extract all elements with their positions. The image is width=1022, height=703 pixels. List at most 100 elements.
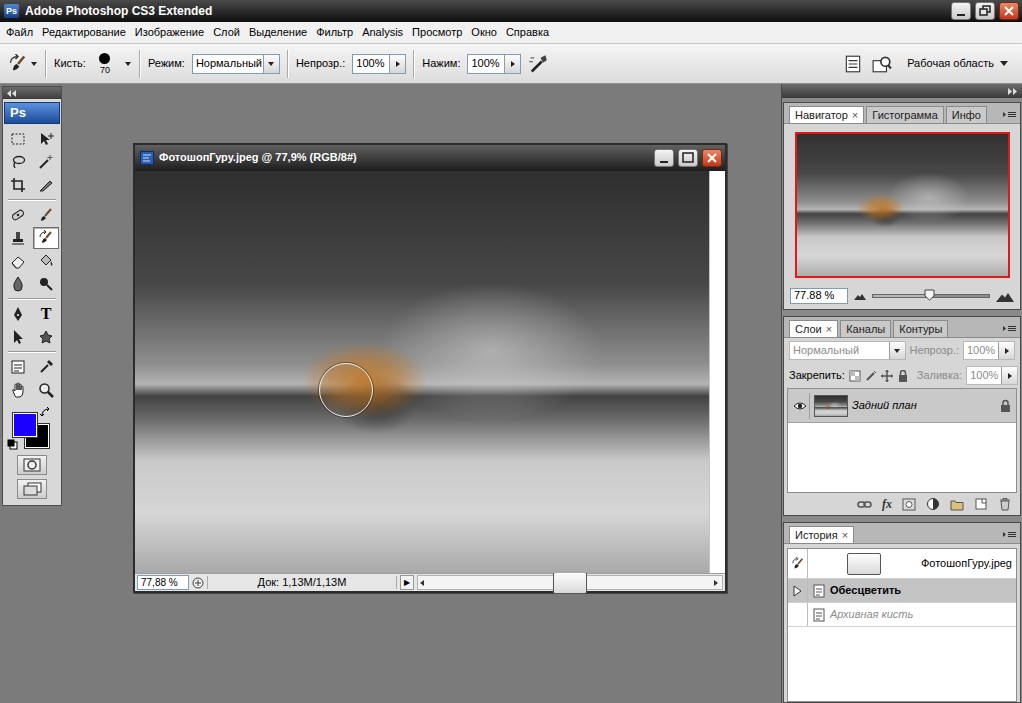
tool-button[interactable] bbox=[5, 204, 31, 226]
tool-button[interactable] bbox=[33, 204, 59, 226]
mask-icon[interactable] bbox=[902, 498, 916, 511]
panel-menu-icon[interactable] bbox=[1002, 531, 1017, 538]
layer-opacity-field[interactable]: 100% bbox=[963, 341, 1015, 360]
tool-button[interactable] bbox=[33, 151, 59, 173]
tool-button[interactable] bbox=[33, 326, 59, 348]
layer-style-button[interactable]: fx bbox=[882, 497, 892, 511]
layer-row[interactable]: Задний план bbox=[788, 389, 1016, 423]
opacity-field[interactable]: 100% bbox=[352, 54, 406, 74]
menu-item[interactable]: Выделение bbox=[245, 24, 312, 41]
info-menu-button[interactable]: ▶ bbox=[400, 575, 414, 590]
tool-button[interactable] bbox=[33, 128, 59, 150]
tool-button[interactable] bbox=[5, 128, 31, 150]
history-step[interactable]: Обесцветить bbox=[788, 579, 1016, 603]
tool-preset-picker[interactable] bbox=[8, 54, 38, 74]
link-icon[interactable] bbox=[857, 498, 872, 511]
tool-button[interactable] bbox=[5, 379, 31, 401]
menu-item[interactable]: Справка bbox=[502, 24, 554, 41]
tool-button[interactable] bbox=[33, 250, 59, 272]
foreground-color[interactable] bbox=[13, 413, 37, 437]
zoom-field[interactable]: 77,88 % bbox=[137, 575, 189, 590]
tool-button[interactable] bbox=[33, 227, 59, 249]
scroll-thumb[interactable] bbox=[553, 572, 587, 594]
visibility-toggle[interactable] bbox=[790, 393, 810, 419]
airbrush-icon[interactable] bbox=[528, 54, 548, 74]
default-colors-icon[interactable] bbox=[7, 439, 18, 450]
tool-button[interactable] bbox=[33, 273, 59, 295]
horizontal-scrollbar[interactable] bbox=[417, 575, 723, 590]
panel-tab[interactable]: Гистограмма bbox=[866, 106, 944, 123]
swap-colors-icon[interactable] bbox=[40, 407, 51, 418]
zoom-slider[interactable] bbox=[872, 294, 990, 298]
history-source-box[interactable] bbox=[788, 579, 808, 602]
document-window[interactable]: ФотошопГуру.jpeg @ 77,9% (RGB/8#) 77,88 %… bbox=[133, 143, 727, 593]
tool-button[interactable] bbox=[5, 250, 31, 272]
menu-item[interactable]: Просмотр bbox=[408, 24, 467, 41]
navigator-preview[interactable] bbox=[795, 132, 1010, 278]
panel-tab[interactable]: Контуры bbox=[893, 320, 948, 337]
slider-thumb-icon[interactable] bbox=[924, 289, 935, 301]
menu-item[interactable]: Фильтр bbox=[312, 24, 358, 41]
minimize-icon[interactable] bbox=[654, 149, 674, 167]
panel-tab[interactable]: Навигатор× bbox=[789, 106, 864, 123]
tab-close-button[interactable]: × bbox=[852, 109, 858, 121]
brush-preview[interactable]: 70 bbox=[93, 53, 117, 75]
slider-arrow-icon[interactable] bbox=[504, 55, 520, 73]
maximize-icon[interactable] bbox=[678, 149, 698, 167]
panel-tab[interactable]: Инфо bbox=[946, 106, 987, 123]
adjustment-icon[interactable] bbox=[926, 497, 940, 511]
bridge-icon[interactable] bbox=[870, 54, 894, 74]
history-step[interactable]: Архивная кисть bbox=[788, 603, 1016, 627]
dropdown-arrow-icon[interactable] bbox=[124, 60, 132, 68]
minimize-icon[interactable] bbox=[951, 2, 971, 20]
panel-tab[interactable]: Каналы bbox=[840, 320, 891, 337]
menu-item[interactable]: Изображение bbox=[131, 24, 209, 41]
lock-transparency-icon[interactable] bbox=[849, 370, 861, 382]
menu-item[interactable]: Analysis bbox=[358, 24, 408, 41]
tool-button[interactable] bbox=[33, 356, 59, 378]
panel-tab[interactable]: История× bbox=[789, 526, 854, 543]
tool-button[interactable] bbox=[5, 273, 31, 295]
history-source-box[interactable] bbox=[788, 549, 808, 578]
trash-icon[interactable] bbox=[998, 497, 1012, 511]
tool-button[interactable] bbox=[5, 326, 31, 348]
flow-field[interactable]: 100% bbox=[467, 54, 521, 74]
menu-item[interactable]: Слой bbox=[209, 24, 245, 41]
zoom-out-icon[interactable] bbox=[854, 292, 866, 300]
toolbox-header[interactable] bbox=[3, 87, 61, 99]
history-snapshot[interactable]: ФотошопГуру.jpeg bbox=[788, 549, 1016, 579]
photoshop-logo[interactable]: Ps bbox=[4, 102, 60, 124]
close-icon[interactable] bbox=[702, 149, 722, 167]
document-title-bar[interactable]: ФотошопГуру.jpeg @ 77,9% (RGB/8#) bbox=[135, 145, 725, 171]
navigator-zoom-field[interactable]: 77.88 % bbox=[790, 288, 848, 304]
lock-position-icon[interactable] bbox=[881, 370, 893, 382]
slider-arrow-icon[interactable] bbox=[998, 342, 1014, 359]
workspace-button[interactable]: Рабочая область bbox=[901, 55, 1014, 72]
tool-button[interactable] bbox=[33, 379, 59, 401]
lock-all-icon[interactable] bbox=[897, 370, 909, 382]
restore-icon[interactable] bbox=[975, 2, 995, 20]
history-source-box[interactable] bbox=[788, 603, 808, 626]
folder-icon[interactable] bbox=[950, 498, 964, 511]
tool-button[interactable] bbox=[5, 227, 31, 249]
mode-select[interactable]: Нормальный bbox=[192, 54, 280, 74]
panel-dock-header[interactable] bbox=[782, 84, 1022, 98]
view-frame[interactable] bbox=[795, 132, 1010, 278]
tool-button[interactable] bbox=[5, 151, 31, 173]
menu-item[interactable]: Окно bbox=[467, 24, 502, 41]
image-canvas[interactable] bbox=[135, 171, 709, 573]
slider-arrow-icon[interactable] bbox=[1001, 367, 1017, 384]
tool-button[interactable] bbox=[5, 174, 31, 196]
tab-close-button[interactable]: × bbox=[826, 323, 832, 335]
panel-tab[interactable]: Слои× bbox=[789, 320, 838, 337]
slider-arrow-icon[interactable] bbox=[389, 55, 405, 73]
tool-button[interactable] bbox=[33, 174, 59, 196]
zoom-in-icon[interactable] bbox=[996, 290, 1014, 302]
tab-close-button[interactable]: × bbox=[842, 529, 848, 541]
screen-mode-button[interactable] bbox=[17, 479, 47, 499]
close-icon[interactable] bbox=[999, 2, 1019, 20]
tool-button[interactable] bbox=[5, 303, 31, 325]
menu-item[interactable]: Редактирование bbox=[38, 24, 131, 41]
lock-pixels-icon[interactable] bbox=[865, 370, 877, 382]
tool-button[interactable]: T bbox=[33, 303, 59, 325]
